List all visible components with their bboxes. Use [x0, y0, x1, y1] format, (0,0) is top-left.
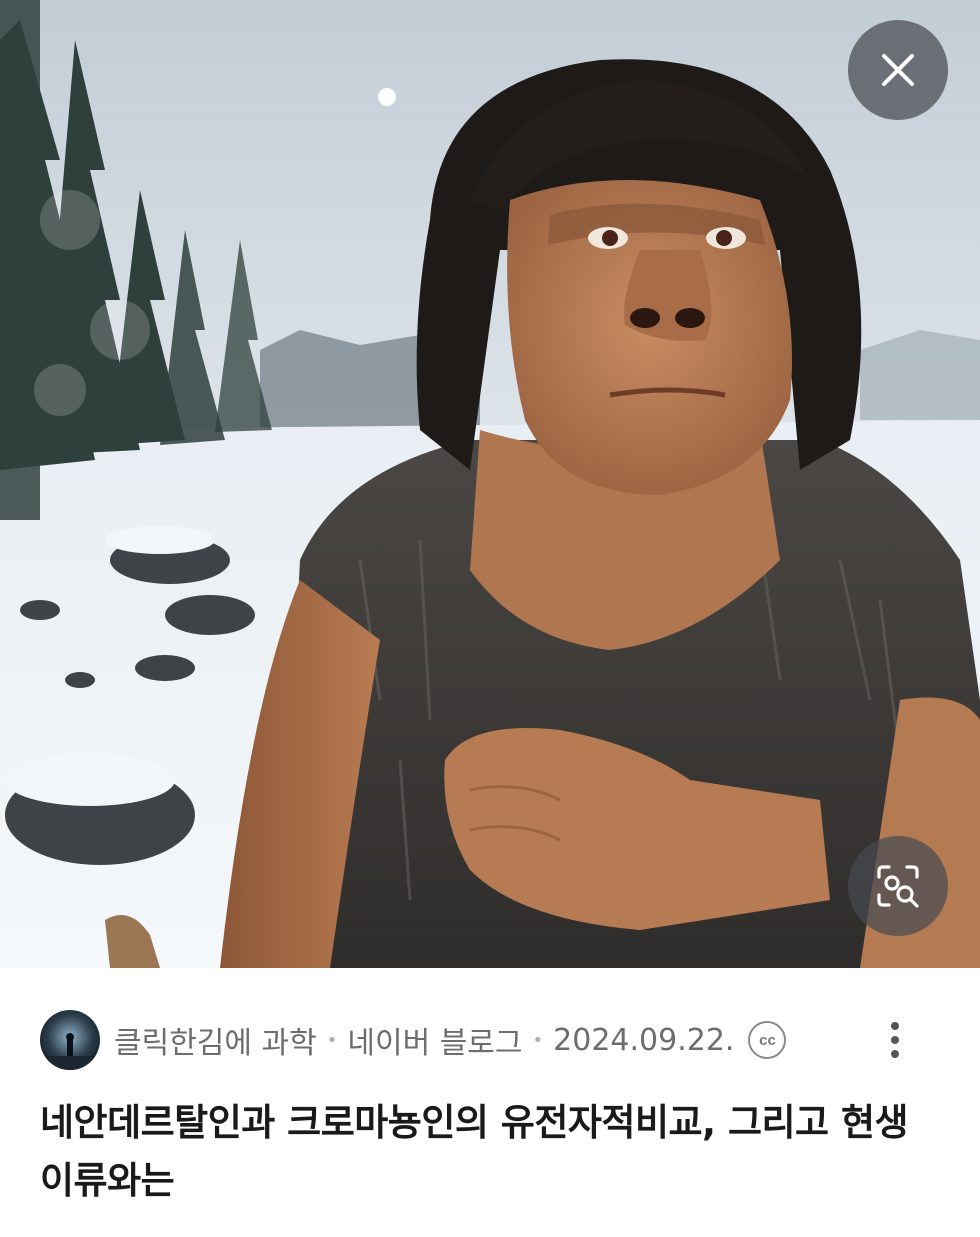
close-button[interactable]: [848, 20, 948, 120]
close-icon: [882, 54, 914, 86]
more-dot-icon: [891, 1022, 899, 1030]
post-date: 2024.09.22.: [553, 1022, 735, 1058]
channel-name[interactable]: 클릭한김에 과학: [114, 1018, 317, 1062]
source-row: 클릭한김에 과학 • 네이버 블로그 • 2024.09.22. cc: [40, 1010, 940, 1070]
more-dot-icon: [891, 1050, 899, 1058]
image-viewer[interactable]: [0, 0, 980, 968]
more-dot-icon: [891, 1036, 899, 1044]
channel-avatar[interactable]: [40, 1010, 100, 1070]
image-search-button[interactable]: [848, 836, 948, 936]
cc-license-icon[interactable]: cc: [748, 1021, 787, 1059]
more-options-button[interactable]: [880, 1018, 910, 1062]
platform-name: 네이버 블로그: [347, 1026, 523, 1061]
source-meta: 클릭한김에 과학 • 네이버 블로그 • 2024.09.22. cc: [114, 1018, 787, 1062]
result-info-panel: 클릭한김에 과학 • 네이버 블로그 • 2024.09.22. cc 네안데르…: [0, 968, 980, 1237]
article-title-link[interactable]: 네안데르탈인과 크로마뇽인의 유전자적비교, 그리고 현생이류와는: [40, 1094, 940, 1210]
neanderthal-illustration: [0, 0, 980, 968]
separator-dot: •: [326, 1029, 338, 1051]
image-search-icon: [877, 865, 919, 908]
separator-dot: •: [532, 1029, 544, 1051]
